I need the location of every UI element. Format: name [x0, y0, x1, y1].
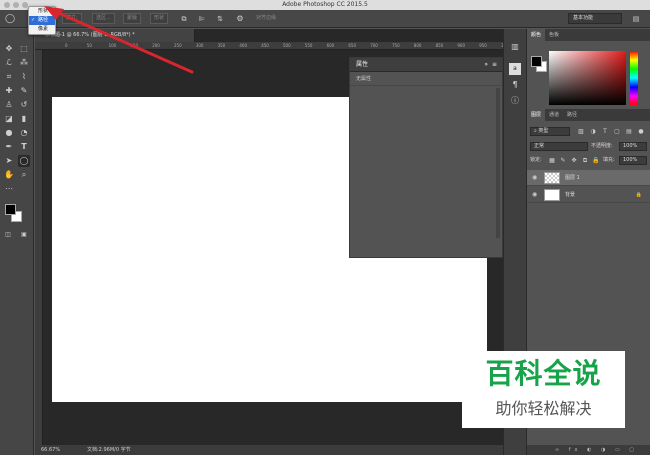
arrow-shaft — [50, 8, 194, 74]
watermark-brand: 百科全说 — [485, 357, 602, 390]
watermark-slogan: 助你轻松解决 — [495, 399, 592, 418]
arrow-head — [44, 6, 64, 20]
watermark: 百科全说 助你轻松解决 — [462, 351, 625, 428]
